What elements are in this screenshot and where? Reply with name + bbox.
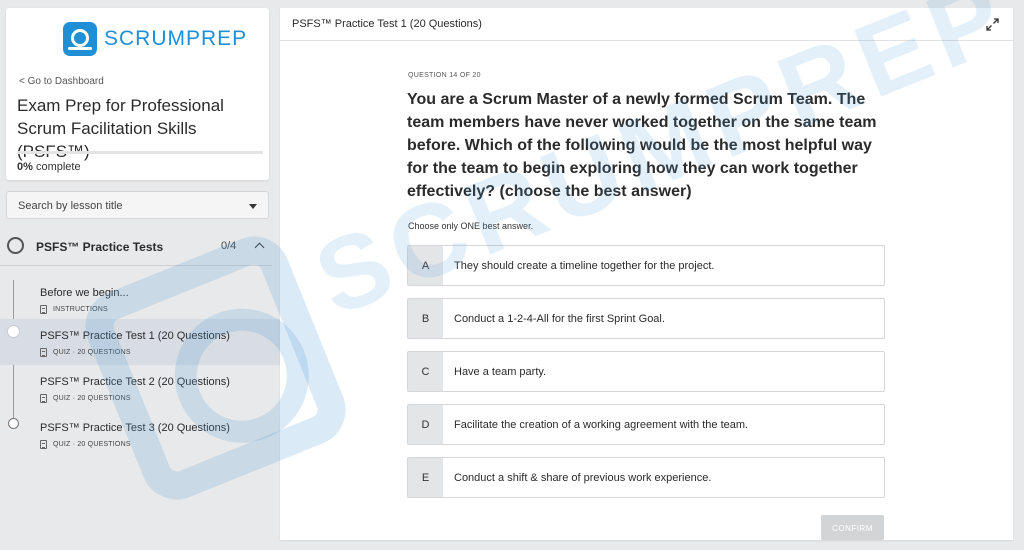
lesson-item-practice-test-1[interactable]: PSFS™ Practice Test 1 (20 Questions) QUI… bbox=[0, 319, 280, 365]
section-status-circle-icon bbox=[7, 237, 24, 254]
lesson-type-label: QUIZ · 20 QUESTIONS bbox=[53, 349, 131, 356]
course-card: SCRUMPREP < Go to Dashboard Exam Prep fo… bbox=[6, 8, 269, 180]
course-progress-bar bbox=[17, 151, 263, 154]
answer-option-c[interactable]: C Have a team party. bbox=[407, 351, 885, 392]
answer-instruction: Choose only ONE best answer. bbox=[408, 221, 534, 231]
brand-name: SCRUMPREP bbox=[104, 27, 248, 50]
progress-percent: 0% bbox=[17, 161, 33, 173]
quiz-header: PSFS™ Practice Test 1 (20 Questions) bbox=[280, 8, 1013, 41]
answer-option-d[interactable]: D Facilitate the creation of a working a… bbox=[407, 404, 885, 445]
answer-letter: D bbox=[408, 405, 443, 444]
lesson-title: PSFS™ Practice Test 2 (20 Questions) bbox=[40, 376, 230, 388]
lesson-title: PSFS™ Practice Test 1 (20 Questions) bbox=[40, 330, 230, 342]
lesson-type-label: QUIZ · 20 QUESTIONS bbox=[53, 395, 131, 402]
section-title: PSFS™ Practice Tests bbox=[36, 240, 164, 254]
expand-icon[interactable] bbox=[986, 18, 999, 31]
answer-text: Have a team party. bbox=[454, 366, 547, 378]
lesson-meta: INSTRUCTIONS bbox=[40, 305, 108, 314]
quiz-title: PSFS™ Practice Test 1 (20 Questions) bbox=[292, 18, 482, 30]
sidebar: SCRUMPREP < Go to Dashboard Exam Prep fo… bbox=[0, 0, 280, 550]
lesson-type-label: QUIZ · 20 QUESTIONS bbox=[53, 441, 131, 448]
answer-letter: A bbox=[408, 246, 443, 285]
lesson-meta: QUIZ · 20 QUESTIONS bbox=[40, 440, 131, 449]
lesson-search-placeholder: Search by lesson title bbox=[18, 200, 123, 212]
go-to-dashboard-link[interactable]: < Go to Dashboard bbox=[19, 76, 104, 87]
answer-text: Conduct a shift & share of previous work… bbox=[454, 472, 712, 484]
lesson-item-before-we-begin[interactable]: Before we begin... INSTRUCTIONS bbox=[0, 276, 280, 322]
confirm-button[interactable]: CONFIRM bbox=[821, 515, 884, 540]
chevron-up-icon[interactable] bbox=[254, 242, 265, 253]
answer-text: Conduct a 1-2-4-All for the first Sprint… bbox=[454, 313, 665, 325]
answer-letter: E bbox=[408, 458, 443, 497]
answer-letter: C bbox=[408, 352, 443, 391]
section-progress-count: 0/4 bbox=[221, 240, 237, 252]
lesson-current-node-icon bbox=[8, 326, 19, 337]
progress-text: 0% complete bbox=[17, 161, 81, 173]
lesson-meta: QUIZ · 20 QUESTIONS bbox=[40, 394, 131, 403]
section-header-practice-tests[interactable]: PSFS™ Practice Tests 0/4 bbox=[0, 232, 272, 266]
lesson-title: Before we begin... bbox=[40, 287, 129, 299]
quiz-panel: PSFS™ Practice Test 1 (20 Questions) QUE… bbox=[280, 8, 1013, 540]
lesson-item-practice-test-3[interactable]: PSFS™ Practice Test 3 (20 Questions) QUI… bbox=[0, 411, 280, 457]
answer-text: They should create a timeline together f… bbox=[454, 260, 715, 272]
quiz-icon bbox=[40, 440, 47, 449]
caret-down-icon bbox=[249, 204, 257, 209]
answer-text: Facilitate the creation of a working agr… bbox=[454, 419, 749, 431]
lesson-status-node-icon bbox=[8, 418, 19, 429]
progress-label: complete bbox=[32, 161, 81, 173]
document-icon bbox=[40, 305, 47, 314]
lesson-type-label: INSTRUCTIONS bbox=[53, 306, 108, 313]
lesson-title: PSFS™ Practice Test 3 (20 Questions) bbox=[40, 422, 230, 434]
answer-option-e[interactable]: E Conduct a shift & share of previous wo… bbox=[407, 457, 885, 498]
brand-logo: SCRUMPREP bbox=[63, 22, 247, 56]
answer-option-b[interactable]: B Conduct a 1-2-4-All for the first Spri… bbox=[407, 298, 885, 339]
lesson-item-practice-test-2[interactable]: PSFS™ Practice Test 2 (20 Questions) QUI… bbox=[0, 365, 280, 411]
answer-letter: B bbox=[408, 299, 443, 338]
quiz-icon bbox=[40, 394, 47, 403]
quiz-icon bbox=[40, 348, 47, 357]
scrumprep-logo-icon bbox=[63, 22, 97, 56]
lesson-search-select[interactable]: Search by lesson title bbox=[6, 191, 269, 219]
question-text: You are a Scrum Master of a newly formed… bbox=[407, 91, 877, 200]
question-counter: QUESTION 14 OF 20 bbox=[408, 72, 481, 79]
lesson-meta: QUIZ · 20 QUESTIONS bbox=[40, 348, 131, 357]
answer-option-a[interactable]: A They should create a timeline together… bbox=[407, 245, 885, 286]
